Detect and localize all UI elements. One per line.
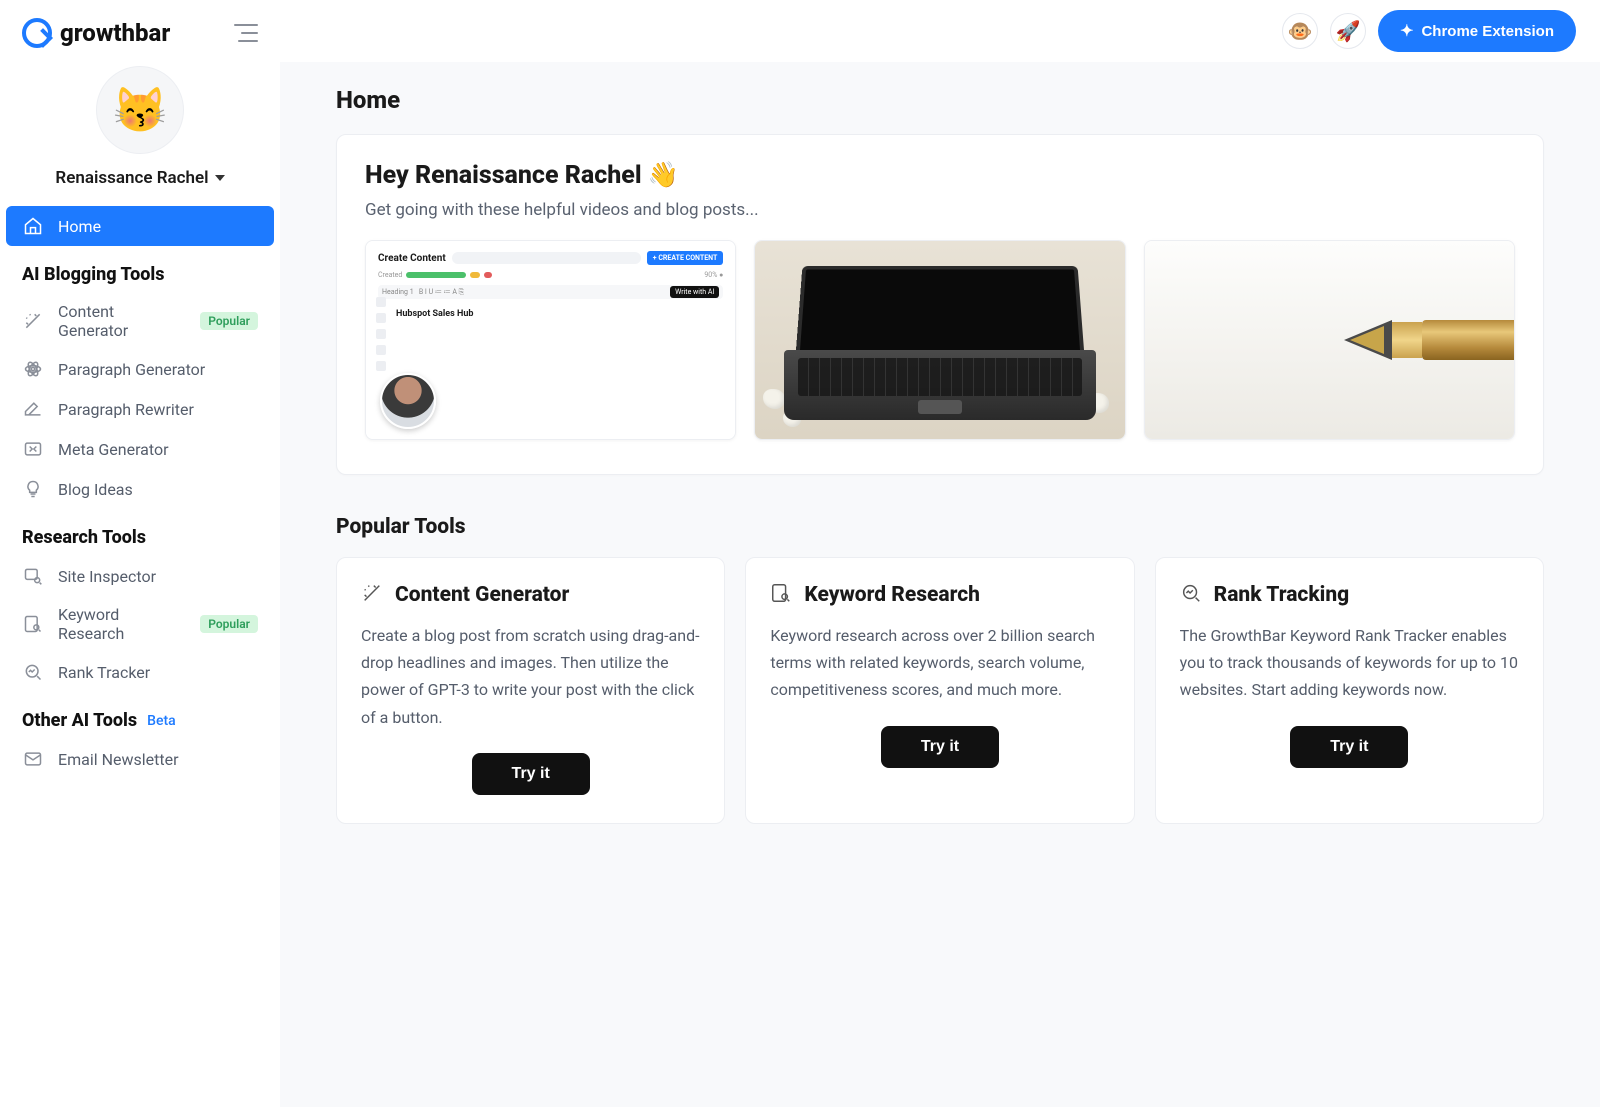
- wand-icon: [22, 310, 44, 332]
- chart-icon: [22, 661, 44, 683]
- home-icon: [22, 215, 44, 237]
- inspect-icon: [22, 565, 44, 587]
- bulb-icon: [22, 478, 44, 500]
- welcome-subtitle: Get going with these helpful videos and …: [365, 200, 1515, 220]
- page-title: Home: [336, 86, 1544, 114]
- nav-label: Site Inspector: [58, 567, 258, 586]
- sidebar-item-content-generator[interactable]: Content Generator Popular: [0, 293, 280, 349]
- try-it-button[interactable]: Try it: [881, 726, 999, 768]
- research-icon: [770, 582, 792, 608]
- write-ai-pill: Write with AI: [670, 286, 719, 298]
- popular-badge: Popular: [200, 615, 258, 633]
- mail-icon: [22, 748, 44, 770]
- tool-card-keyword-research: Keyword Research Keyword research across…: [745, 557, 1134, 824]
- tool-title: Rank Tracking: [1214, 583, 1350, 607]
- pen-image: [1145, 241, 1514, 439]
- section-title-text: Other AI Tools: [22, 710, 137, 731]
- section-title-ai-blogging: AI Blogging Tools: [0, 246, 280, 293]
- nav-label: Blog Ideas: [58, 480, 258, 499]
- sidebar-toggle-icon[interactable]: [234, 24, 258, 42]
- welcome-title: Hey Renaissance Rachel 👋: [365, 161, 1515, 190]
- logo-mark-icon: [22, 18, 52, 48]
- sidebar-item-rank-tracker[interactable]: Rank Tracker: [0, 652, 280, 692]
- brand-logo[interactable]: growthbar: [22, 18, 170, 48]
- popular-badge: Popular: [200, 312, 258, 330]
- nav-label: Rank Tracker: [58, 663, 258, 682]
- section-title-other: Other AI Tools Beta: [0, 692, 280, 739]
- tool-card-rank-tracking: Rank Tracking The GrowthBar Keyword Rank…: [1155, 557, 1544, 824]
- emoji-button-rocket[interactable]: 🚀: [1330, 13, 1366, 49]
- sidebar-item-meta-generator[interactable]: Meta Generator: [0, 429, 280, 469]
- nav-label: Email Newsletter: [58, 750, 258, 769]
- profile-name-text: Renaissance Rachel: [55, 168, 208, 188]
- wand-icon: [361, 582, 383, 608]
- try-it-button[interactable]: Try it: [472, 753, 590, 795]
- editor-title: Create Content: [378, 253, 446, 264]
- create-content-pill: + CREATE CONTENT: [647, 251, 724, 265]
- chart-icon: [1180, 582, 1202, 608]
- research-icon: [22, 613, 44, 635]
- chevron-down-icon: [215, 175, 225, 181]
- sidebar-item-paragraph-generator[interactable]: Paragraph Generator: [0, 349, 280, 389]
- tool-title: Content Generator: [395, 583, 569, 607]
- emoji-button-monkey[interactable]: 🐵: [1282, 13, 1318, 49]
- atom-icon: [22, 358, 44, 380]
- resource-card-blog-1[interactable]: [754, 240, 1125, 440]
- nav-label: Keyword Research: [58, 605, 186, 643]
- editor-preview: Create Content + CREATE CONTENT Created9…: [366, 241, 735, 439]
- puzzle-icon: ✦: [1400, 21, 1413, 41]
- rewrite-icon: [22, 398, 44, 420]
- tool-desc: Create a blog post from scratch using dr…: [361, 622, 700, 731]
- beta-badge: Beta: [147, 713, 176, 729]
- nav-label: Meta Generator: [58, 440, 258, 459]
- tool-card-content-generator: Content Generator Create a blog post fro…: [336, 557, 725, 824]
- sidebar: growthbar 😽 Renaissance Rachel Home AI B…: [0, 0, 280, 1107]
- nav-label: Paragraph Generator: [58, 360, 258, 379]
- resource-card-blog-2[interactable]: [1144, 240, 1515, 440]
- welcome-card: Hey Renaissance Rachel 👋 Get going with …: [336, 134, 1544, 475]
- nav-label: Content Generator: [58, 302, 186, 340]
- popular-tools-heading: Popular Tools: [336, 515, 1544, 539]
- presenter-avatar: [380, 373, 436, 429]
- chrome-ext-label: Chrome Extension: [1421, 23, 1554, 40]
- section-title-research: Research Tools: [0, 509, 280, 556]
- sidebar-item-email-newsletter[interactable]: Email Newsletter: [0, 739, 280, 779]
- main-content: 🐵 🚀 ✦ Chrome Extension Home Hey Renaissa…: [280, 0, 1600, 1107]
- sidebar-item-site-inspector[interactable]: Site Inspector: [0, 556, 280, 596]
- profile-name-dropdown[interactable]: Renaissance Rachel: [55, 168, 224, 188]
- topbar: 🐵 🚀 ✦ Chrome Extension: [280, 0, 1600, 62]
- nav-label: Home: [58, 217, 258, 236]
- sidebar-item-blog-ideas[interactable]: Blog Ideas: [0, 469, 280, 509]
- laptop-image: [755, 241, 1124, 439]
- editor-sample-heading: Hubspot Sales Hub: [396, 309, 723, 319]
- tags-icon: [22, 438, 44, 460]
- try-it-button[interactable]: Try it: [1290, 726, 1408, 768]
- sidebar-item-home[interactable]: Home: [6, 206, 274, 246]
- tool-desc: Keyword research across over 2 billion s…: [770, 622, 1109, 704]
- tool-title: Keyword Research: [804, 583, 980, 607]
- nav-label: Paragraph Rewriter: [58, 400, 258, 419]
- sidebar-item-keyword-research[interactable]: Keyword Research Popular: [0, 596, 280, 652]
- tool-desc: The GrowthBar Keyword Rank Tracker enabl…: [1180, 622, 1519, 704]
- profile-block: 😽 Renaissance Rachel: [0, 66, 280, 206]
- sidebar-item-paragraph-rewriter[interactable]: Paragraph Rewriter: [0, 389, 280, 429]
- avatar[interactable]: 😽: [96, 66, 184, 154]
- brand-name: growthbar: [60, 19, 170, 47]
- resource-card-video[interactable]: Create Content + CREATE CONTENT Created9…: [365, 240, 736, 440]
- chrome-extension-button[interactable]: ✦ Chrome Extension: [1378, 10, 1576, 52]
